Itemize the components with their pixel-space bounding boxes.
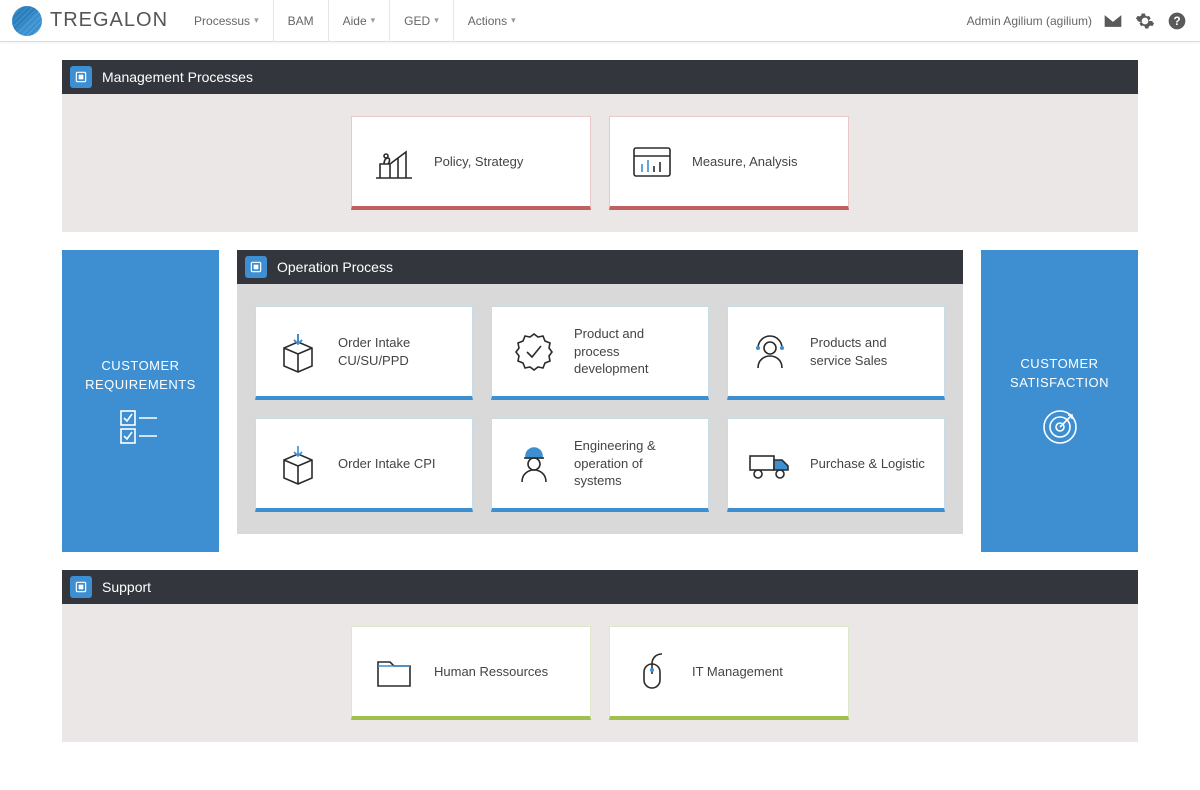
card-engineering[interactable]: Engineering & operation of systems [491, 418, 709, 512]
headset-icon [746, 328, 794, 376]
nav-label: Aide [343, 14, 367, 28]
section-icon [245, 256, 267, 278]
card-label: IT Management [692, 663, 783, 681]
user-label: Admin Agilium (agilium) [967, 14, 1092, 28]
side-customer-satisfaction: CUSTOMER SATISFACTION [981, 250, 1138, 552]
card-label: Policy, Strategy [434, 153, 523, 171]
card-policy-strategy[interactable]: Policy, Strategy [351, 116, 591, 210]
nav-bam[interactable]: BAM [273, 0, 328, 42]
nav-processus[interactable]: Processus ▾ [180, 0, 273, 42]
card-label: Measure, Analysis [692, 153, 798, 171]
truck-icon [746, 440, 794, 488]
section-management: Management Processes Policy, Strategy Me… [62, 60, 1138, 232]
box-arrow-icon [274, 440, 322, 488]
top-icons: ? [1102, 10, 1188, 32]
side-title: CUSTOMER SATISFACTION [993, 354, 1126, 393]
section-header-support: Support [62, 570, 1138, 604]
brand[interactable]: TREGALON [12, 6, 168, 36]
target-icon [1038, 405, 1082, 449]
nav-ged[interactable]: GED ▾ [389, 0, 453, 42]
nav-items: Processus ▾ BAM Aide ▾ GED ▾ Actions ▾ [180, 0, 530, 42]
card-label: Order Intake CU/SU/PPD [338, 334, 454, 369]
nav-label: Processus [194, 14, 250, 28]
card-label: Product and process development [574, 325, 690, 378]
chevron-down-icon: ▾ [511, 15, 516, 26]
checklist-icon [119, 407, 163, 447]
card-label: Purchase & Logistic [810, 455, 925, 473]
side-customer-requirements: CUSTOMER REQUIREMENTS [62, 250, 219, 552]
section-operation-row: CUSTOMER REQUIREMENTS Operation Process [62, 250, 1138, 552]
nav-actions[interactable]: Actions ▾ [453, 0, 530, 42]
section-operation: Operation Process Order Intake CU/SU/PPD [237, 250, 963, 534]
chevron-down-icon: ▾ [371, 15, 376, 26]
page-body: Management Processes Policy, Strategy Me… [0, 42, 1200, 790]
engineer-icon [510, 440, 558, 488]
svg-text:?: ? [1173, 15, 1180, 28]
section-title: Support [102, 579, 151, 595]
gear-icon[interactable] [1134, 10, 1156, 32]
card-order-intake-cpi[interactable]: Order Intake CPI [255, 418, 473, 512]
section-support: Support Human Ressources IT Management [62, 570, 1138, 742]
brand-text: TREGALON [50, 9, 168, 32]
side-title: CUSTOMER REQUIREMENTS [74, 356, 207, 395]
folder-icon [370, 648, 418, 696]
chevron-down-icon: ▾ [434, 15, 439, 26]
card-human-resources[interactable]: Human Ressources [351, 626, 591, 720]
nav-aide[interactable]: Aide ▾ [328, 0, 390, 42]
card-it-management[interactable]: IT Management [609, 626, 849, 720]
card-label: Human Ressources [434, 663, 548, 681]
card-measure-analysis[interactable]: Measure, Analysis [609, 116, 849, 210]
section-body-operation: Order Intake CU/SU/PPD Product and proce… [237, 284, 963, 534]
nav-label: Actions [468, 14, 507, 28]
card-label: Products and service Sales [810, 334, 926, 369]
card-label: Engineering & operation of systems [574, 437, 690, 490]
badge-check-icon [510, 328, 558, 376]
nav-label: BAM [288, 14, 314, 28]
nav-label: GED [404, 14, 430, 28]
section-header-operation: Operation Process [237, 250, 963, 284]
factory-icon [370, 138, 418, 186]
box-arrow-icon [274, 328, 322, 376]
card-purchase-logistic[interactable]: Purchase & Logistic [727, 418, 945, 512]
section-title: Operation Process [277, 259, 393, 275]
card-product-dev[interactable]: Product and process development [491, 306, 709, 400]
logo-icon [12, 6, 42, 36]
chart-icon [628, 138, 676, 186]
section-icon [70, 66, 92, 88]
section-title: Management Processes [102, 69, 253, 85]
section-body-support: Human Ressources IT Management [62, 604, 1138, 742]
card-products-sales[interactable]: Products and service Sales [727, 306, 945, 400]
section-body-management: Policy, Strategy Measure, Analysis [62, 94, 1138, 232]
card-label: Order Intake CPI [338, 455, 436, 473]
card-order-intake-cu[interactable]: Order Intake CU/SU/PPD [255, 306, 473, 400]
help-icon[interactable]: ? [1166, 10, 1188, 32]
section-header-management: Management Processes [62, 60, 1138, 94]
mail-icon[interactable] [1102, 10, 1124, 32]
section-icon [70, 576, 92, 598]
top-nav: TREGALON Processus ▾ BAM Aide ▾ GED ▾ Ac… [0, 0, 1200, 42]
chevron-down-icon: ▾ [254, 15, 259, 26]
mouse-icon [628, 648, 676, 696]
